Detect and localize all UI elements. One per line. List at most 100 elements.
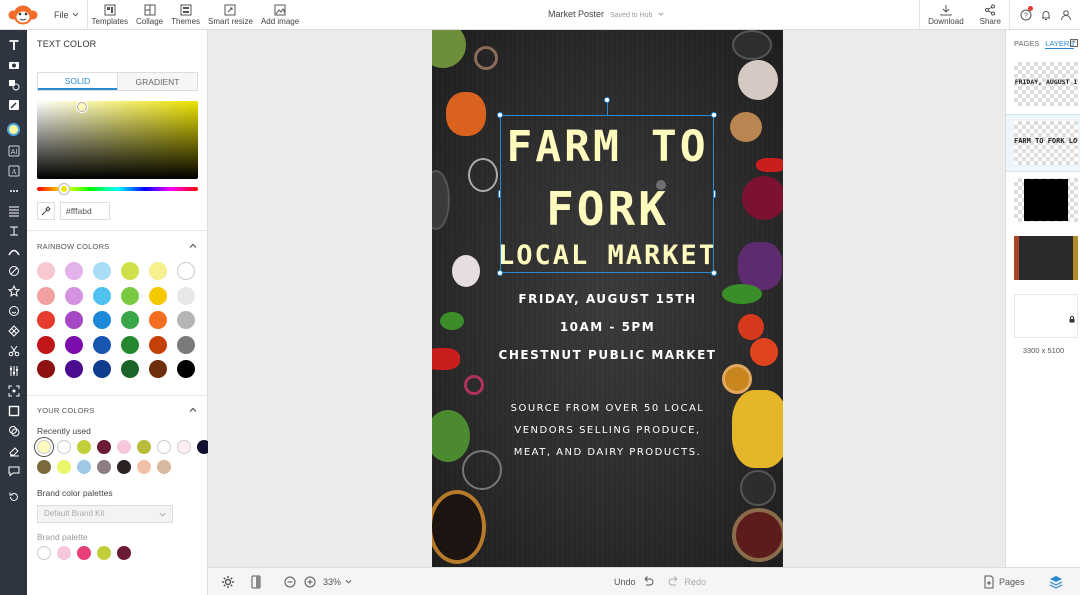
tab-solid[interactable]: SOLID bbox=[38, 73, 117, 90]
rail-stickers-tool[interactable] bbox=[0, 281, 27, 301]
rail-align-tool[interactable] bbox=[0, 201, 27, 221]
notifications-button[interactable] bbox=[1036, 0, 1056, 30]
resize-handle-left[interactable] bbox=[498, 190, 501, 198]
color-swatch[interactable] bbox=[65, 286, 83, 305]
poster-venue[interactable]: CHESTNUT PUBLIC MARKET bbox=[432, 348, 783, 362]
brand-kit-dropdown[interactable]: Default Brand Kit bbox=[37, 505, 173, 523]
recent-color-swatch[interactable] bbox=[97, 440, 111, 454]
color-swatch[interactable] bbox=[121, 311, 139, 329]
help-button[interactable]: ? bbox=[1016, 0, 1036, 30]
rail-focus-tool[interactable] bbox=[0, 381, 27, 401]
document-title[interactable]: Market Poster Saved to Hub bbox=[548, 9, 665, 19]
poster-description-line1[interactable]: SOURCE FROM OVER 50 LOCAL bbox=[432, 403, 783, 414]
add-image-button[interactable]: Add image bbox=[257, 0, 303, 30]
layer-item-title-text[interactable]: FARM TO FORK LOC bbox=[1014, 121, 1078, 165]
resize-handle-bottom-right[interactable] bbox=[711, 270, 717, 276]
recent-color-swatch[interactable] bbox=[77, 460, 91, 474]
rail-text-style-tool[interactable]: A bbox=[0, 161, 27, 181]
layer-item-date-text[interactable]: FRIDAY, AUGUST 1 bbox=[1014, 62, 1078, 106]
layers-stack-icon[interactable] bbox=[1049, 575, 1063, 589]
color-swatch[interactable] bbox=[65, 360, 83, 378]
recent-color-swatch[interactable] bbox=[37, 460, 51, 474]
saturation-value-picker[interactable] bbox=[37, 101, 198, 179]
color-swatch[interactable] bbox=[149, 335, 167, 354]
chevron-up-icon[interactable] bbox=[189, 406, 197, 414]
poster-time[interactable]: 10AM - 5PM bbox=[432, 320, 783, 334]
poster-description-line3[interactable]: MEAT, AND DAIRY PRODUCTS. bbox=[432, 447, 783, 458]
rail-cutout-tool[interactable] bbox=[0, 341, 27, 361]
rail-shapes-tool[interactable] bbox=[0, 75, 27, 95]
recent-color-swatch[interactable] bbox=[77, 440, 91, 454]
recent-color-swatch[interactable] bbox=[97, 460, 111, 474]
recent-color-swatch[interactable] bbox=[57, 460, 71, 474]
rail-ai-text-tool[interactable]: AI bbox=[0, 141, 27, 161]
rail-frame-tool[interactable] bbox=[0, 401, 27, 421]
recent-color-swatch[interactable] bbox=[137, 460, 151, 474]
eyedropper-button[interactable] bbox=[37, 202, 55, 220]
rotate-handle[interactable] bbox=[604, 97, 610, 103]
color-swatch[interactable] bbox=[37, 335, 55, 354]
tab-gradient[interactable]: GRADIENT bbox=[117, 73, 197, 90]
rail-spacing-tool[interactable] bbox=[0, 181, 27, 201]
zoom-out-icon[interactable] bbox=[283, 575, 297, 589]
color-swatch[interactable] bbox=[37, 262, 55, 280]
color-swatch[interactable] bbox=[177, 286, 195, 305]
color-swatch[interactable] bbox=[37, 311, 55, 329]
resize-handle-top-left[interactable] bbox=[497, 112, 503, 118]
templates-button[interactable]: Templates bbox=[88, 0, 132, 30]
color-swatch[interactable] bbox=[121, 335, 139, 354]
file-menu[interactable]: File bbox=[46, 0, 88, 30]
close-icon[interactable]: × bbox=[1070, 39, 1078, 47]
app-logo[interactable] bbox=[0, 0, 46, 30]
color-swatch[interactable] bbox=[65, 262, 83, 280]
color-swatch[interactable] bbox=[177, 360, 195, 378]
poster-canvas[interactable]: FARM TO FORK LOCAL MARKET FRIDAY, AUGUST… bbox=[432, 30, 783, 567]
rail-history-tool[interactable] bbox=[0, 487, 27, 507]
color-swatch[interactable] bbox=[121, 360, 139, 378]
color-swatch[interactable] bbox=[93, 335, 111, 354]
rail-adjust-tool[interactable] bbox=[0, 361, 27, 381]
color-swatch[interactable] bbox=[93, 360, 111, 378]
redo-label[interactable]: Redo bbox=[685, 577, 707, 587]
color-swatch[interactable] bbox=[149, 286, 167, 305]
color-swatch[interactable] bbox=[177, 335, 195, 354]
recent-color-swatch[interactable] bbox=[117, 460, 131, 474]
settings-icon[interactable] bbox=[221, 575, 235, 589]
pages-icon[interactable] bbox=[982, 575, 996, 589]
smart-resize-button[interactable]: Smart resize bbox=[204, 0, 257, 30]
mobile-preview-icon[interactable] bbox=[249, 575, 263, 589]
rail-eraser-tool[interactable] bbox=[0, 441, 27, 461]
chevron-up-icon[interactable] bbox=[189, 242, 197, 250]
recent-color-swatch[interactable] bbox=[157, 440, 171, 454]
color-picker-knob[interactable] bbox=[77, 102, 87, 112]
pages-label[interactable]: Pages bbox=[999, 577, 1025, 587]
color-swatch[interactable] bbox=[93, 286, 111, 305]
rail-text-color-tool[interactable] bbox=[0, 117, 27, 141]
brand-color-swatch[interactable] bbox=[57, 546, 71, 560]
tab-pages[interactable]: PAGES bbox=[1014, 39, 1039, 49]
recent-color-swatch[interactable] bbox=[157, 460, 171, 474]
recent-color-swatch[interactable] bbox=[117, 440, 131, 454]
undo-label[interactable]: Undo bbox=[614, 577, 636, 587]
layer-item-black-rectangle[interactable] bbox=[1014, 178, 1078, 222]
rail-layers-tool[interactable] bbox=[0, 421, 27, 441]
recent-color-swatch[interactable] bbox=[137, 440, 151, 454]
share-button[interactable]: Share bbox=[972, 0, 1009, 30]
collage-button[interactable]: Collage bbox=[132, 0, 167, 30]
color-swatch[interactable] bbox=[37, 360, 55, 378]
rail-text-tool[interactable] bbox=[0, 35, 27, 55]
undo-icon[interactable] bbox=[641, 575, 655, 589]
rail-path-tool[interactable] bbox=[0, 221, 27, 241]
download-button[interactable]: Download bbox=[919, 0, 972, 30]
brand-color-swatch[interactable] bbox=[117, 546, 131, 560]
color-swatch[interactable] bbox=[93, 311, 111, 329]
rail-pattern-tool[interactable] bbox=[0, 321, 27, 341]
chevron-down-icon[interactable] bbox=[345, 578, 352, 585]
hex-color-input[interactable]: #fffabd bbox=[60, 202, 110, 220]
poster-date[interactable]: FRIDAY, AUGUST 15TH bbox=[432, 292, 783, 306]
color-swatch[interactable] bbox=[93, 262, 111, 280]
color-swatch[interactable] bbox=[65, 335, 83, 354]
rail-effects-tool[interactable] bbox=[0, 261, 27, 281]
brand-color-swatch[interactable] bbox=[77, 546, 91, 560]
brand-color-swatch[interactable] bbox=[97, 546, 111, 560]
